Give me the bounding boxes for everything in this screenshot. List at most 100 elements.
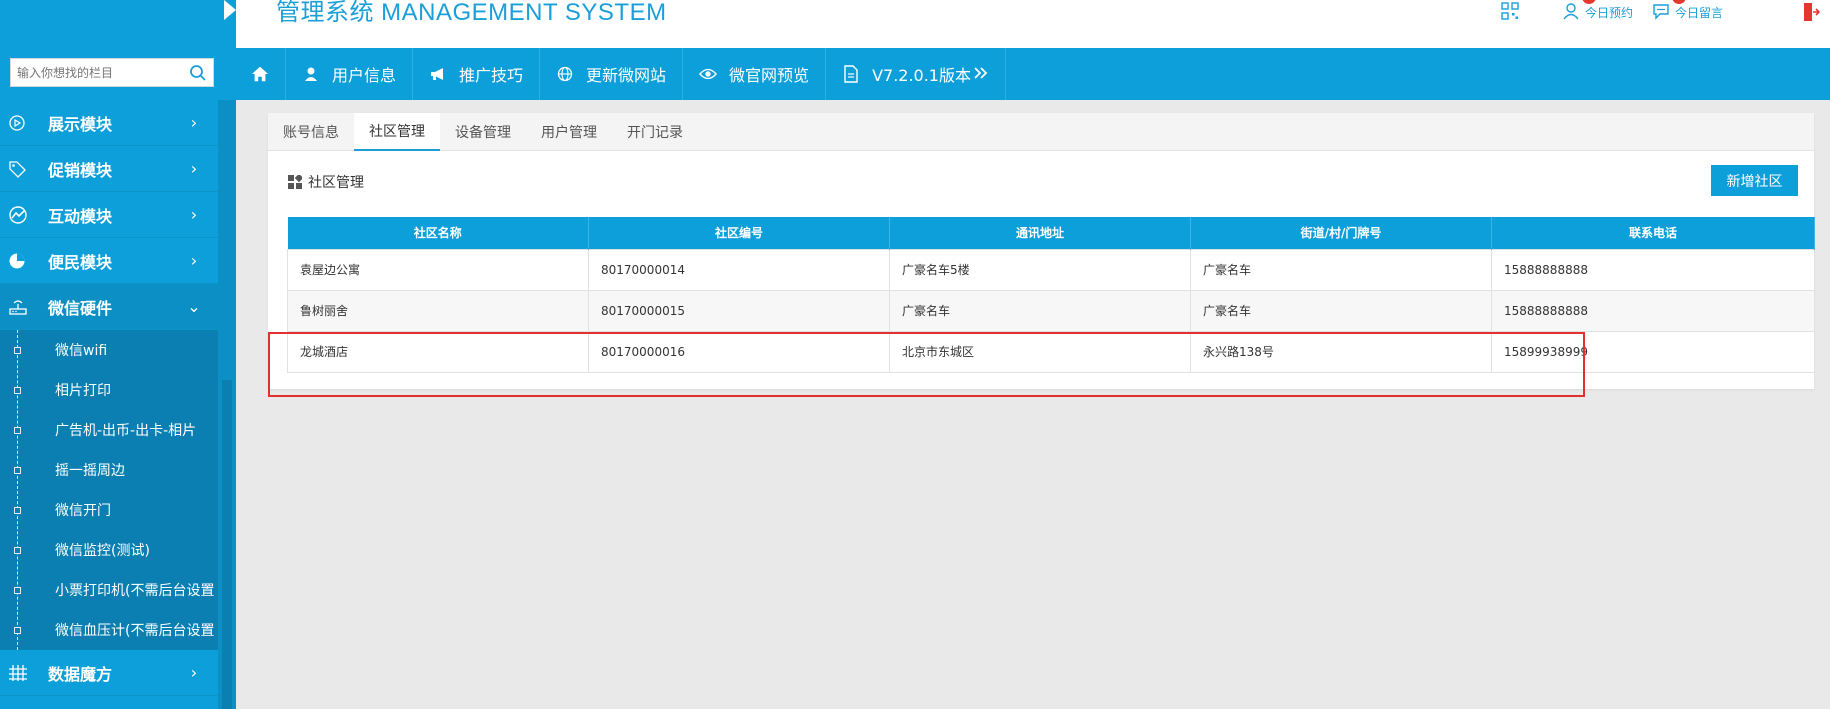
tab-door-records[interactable]: 开门记录 [612, 113, 698, 151]
table-cell: 广豪名车 [1190, 248, 1492, 291]
nav-user-info[interactable]: 用户信息 [286, 48, 414, 100]
chevron-down-icon: ⌄ [187, 297, 201, 316]
table-cell: 鲁树丽舍 [287, 289, 589, 332]
col-header: 社区编号 [588, 217, 890, 249]
pie-chart-icon [8, 251, 42, 271]
table-cell: 广豪名车5楼 [889, 248, 1191, 291]
sidebar: 展示模块 › 促销模块 › 互动模块 › 便民模块 › [0, 0, 236, 709]
submenu-dot [14, 627, 21, 634]
widgets-icon [288, 173, 304, 189]
nav-label: 微官网预览 [729, 66, 810, 85]
highlight-annotation-box [268, 332, 1585, 397]
logout-button[interactable] [1802, 2, 1821, 25]
system-title: 管理系统 MANAGEMENT SYSTEM [276, 0, 667, 26]
submenu-item[interactable]: 广告机-出币-出卡-相片 [0, 410, 218, 450]
table-cell: 广豪名车 [1190, 289, 1492, 332]
document-icon [842, 65, 860, 83]
table-cell: 袁屋边公寓 [287, 248, 589, 291]
chevron-right-icon: › [190, 663, 198, 682]
tab-community-management[interactable]: 社区管理 [354, 113, 440, 151]
nav-label: 用户信息 [332, 66, 397, 85]
add-community-button[interactable]: 新增社区 [1711, 165, 1798, 196]
submenu-item-label: 小票打印机(不需后台设置 [55, 583, 215, 599]
nav-label: 更新微网站 [586, 66, 667, 85]
col-header: 联系电话 [1491, 217, 1815, 249]
chevron-right-icon: › [190, 205, 198, 224]
table-cell: 80170000014 [588, 248, 890, 291]
qrcode-icon [1501, 2, 1519, 23]
tab-user-management[interactable]: 用户管理 [526, 113, 612, 151]
sidebar-item-interactive[interactable]: 互动模块 › [0, 192, 218, 238]
submenu-item[interactable]: 微信wifi [0, 330, 218, 370]
table-cell: 15888888888 [1491, 248, 1815, 291]
logo-area [0, 0, 236, 48]
today-appointments-label: 今日预约 [1585, 6, 1634, 20]
submenu-item[interactable]: 微信血压计(不需后台设置 [0, 610, 218, 650]
today-messages-label: 今日留言 [1675, 6, 1724, 20]
router-icon [8, 297, 42, 317]
chevron-right-icon: › [190, 251, 198, 270]
chevron-right-icon: › [190, 113, 198, 132]
submenu-dot [14, 507, 21, 514]
section-title: 社区管理 [288, 172, 364, 192]
table-row[interactable]: 鲁树丽舍 80170000015 广豪名车 广豪名车 15888888888 [287, 289, 1815, 332]
play-circle-icon [8, 113, 42, 133]
table-header-row: 社区名称 社区编号 通讯地址 街道/村/门牌号 联系电话 [287, 217, 1815, 249]
nav-version[interactable]: V7.2.0.1版本 [826, 48, 1006, 100]
nav-update-site[interactable]: 更新微网站 [540, 48, 684, 100]
submenu-item[interactable]: 微信开门 [0, 490, 218, 530]
submenu-dot [14, 347, 21, 354]
sidebar-search [10, 58, 214, 87]
eye-icon [699, 65, 718, 83]
table-row[interactable]: 袁屋边公寓 80170000014 广豪名车5楼 广豪名车 1588888888… [287, 248, 1815, 291]
sidebar-item-label: 数据魔方 [48, 664, 113, 684]
logo-notch [224, 0, 236, 20]
sidebar-search-input[interactable] [11, 59, 181, 86]
sidebar-item-display[interactable]: 展示模块 › [0, 100, 218, 146]
today-appointments-button[interactable]: 今日预约 [1562, 0, 1634, 23]
submenu-dot [14, 547, 21, 554]
tag-icon [8, 159, 42, 179]
tab-account-info[interactable]: 账号信息 [268, 113, 354, 151]
nav-label: V7.2.0.1版本 [872, 66, 971, 85]
tab-device-management[interactable]: 设备管理 [440, 113, 526, 151]
sidebar-item-data-cube[interactable]: 数据魔方 › [0, 650, 218, 696]
sidebar-item-convenience[interactable]: 便民模块 › [0, 238, 218, 284]
submenu-item[interactable]: 相片打印 [0, 370, 218, 410]
sidebar-scrollbar-thumb[interactable] [222, 380, 232, 709]
table-cell: 广豪名车 [889, 289, 1191, 332]
sidebar-menu: 展示模块 › 促销模块 › 互动模块 › 便民模块 › 微信硬件 ⌄ 微信wif… [0, 100, 218, 696]
home-icon [251, 65, 269, 83]
qrcode-button[interactable] [1501, 2, 1519, 23]
sidebar-item-label: 微信硬件 [48, 298, 113, 318]
nav-home[interactable] [236, 48, 286, 100]
submenu-dot [14, 587, 21, 594]
globe-icon [556, 65, 574, 83]
sidebar-item-wechat-hardware[interactable]: 微信硬件 ⌄ [0, 284, 218, 330]
search-icon[interactable] [189, 64, 207, 82]
table-cell: 15888888888 [1491, 289, 1815, 332]
chat-icon [1652, 2, 1670, 23]
nav-site-preview[interactable]: 微官网预览 [683, 48, 827, 100]
sidebar-item-label: 促销模块 [48, 160, 113, 180]
submenu-item[interactable]: 微信监控(测试) [0, 530, 218, 570]
nav-promo-tips[interactable]: 推广技巧 [413, 48, 541, 100]
top-navbar: 用户信息 推广技巧 更新微网站 微官网预览 V7.2.0.1版本 [236, 48, 1830, 100]
content-tabs: 账号信息 社区管理 设备管理 用户管理 开门记录 [268, 113, 1814, 151]
submenu-dot [14, 387, 21, 394]
user-icon [302, 65, 320, 83]
submenu-dot [14, 467, 21, 474]
chevron-right-icon: › [190, 159, 198, 178]
submenu-item[interactable]: 摇一摇周边 [0, 450, 218, 490]
submenu-item-label: 广告机-出币-出卡-相片 [55, 423, 197, 439]
nav-label: 推广技巧 [459, 66, 524, 85]
megaphone-icon [429, 65, 447, 83]
submenu-item[interactable]: 小票打印机(不需后台设置 [0, 570, 218, 610]
submenu-item-label: 微信血压计(不需后台设置 [55, 623, 215, 639]
logout-icon [1802, 2, 1821, 25]
today-messages-button[interactable]: 今日留言 [1652, 0, 1724, 23]
col-header: 通讯地址 [889, 217, 1191, 249]
sidebar-item-promotion[interactable]: 促销模块 › [0, 146, 218, 192]
table-cell: 80170000015 [588, 289, 890, 332]
submenu-wechat-hardware: 微信wifi 相片打印 广告机-出币-出卡-相片 摇一摇周边 微信开门 微信监控… [0, 330, 218, 650]
